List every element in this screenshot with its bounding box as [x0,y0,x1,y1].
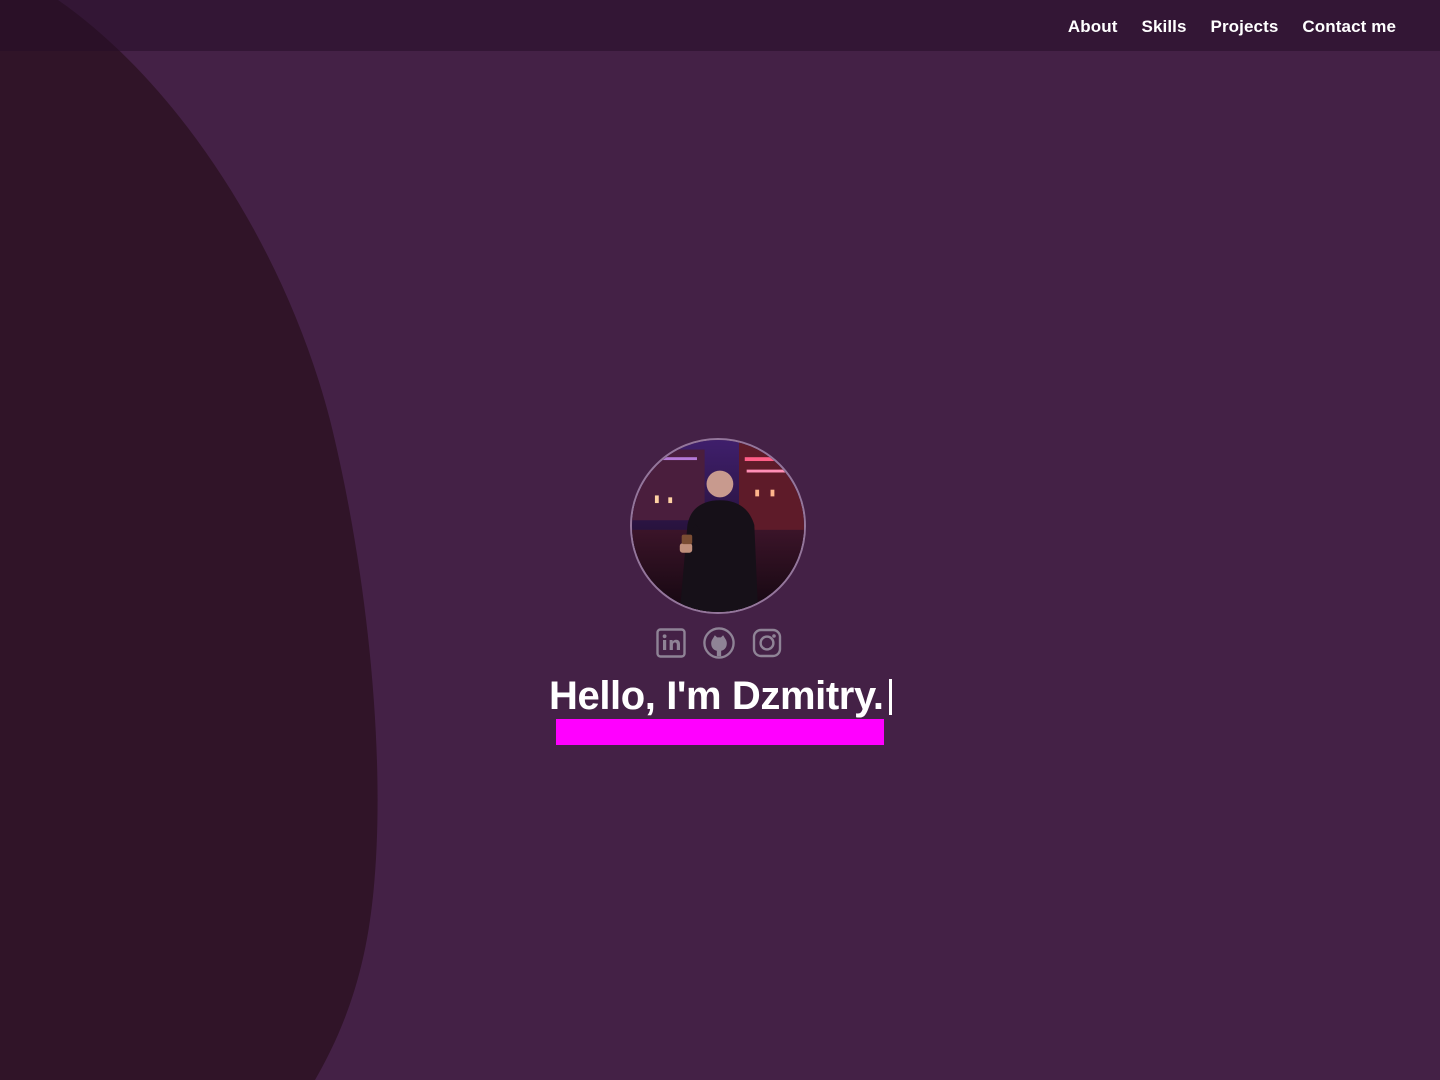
profile-avatar [630,438,806,614]
hero-title: Hello, I'm Dzmitry. [549,670,892,722]
github-icon[interactable] [703,626,735,660]
typing-caret [888,679,892,715]
nav-contact-link[interactable]: Contact me [1302,14,1396,40]
linkedin-icon[interactable] [655,626,687,660]
social-links [655,626,783,660]
hero-section: Hello, I'm Dzmitry. [0,0,1440,1080]
instagram-icon[interactable] [751,626,783,660]
top-navigation-bar: About Skills Projects Contact me [0,0,1440,51]
main-navigation: About Skills Projects Contact me [1068,14,1396,40]
highlight-bar [556,719,884,745]
nav-projects-link[interactable]: Projects [1211,14,1279,40]
profile-photo [632,440,804,612]
hero-title-text: Hello, I'm Dzmitry. [549,673,884,718]
nav-skills-link[interactable]: Skills [1142,14,1187,40]
nav-about-link[interactable]: About [1068,14,1118,40]
